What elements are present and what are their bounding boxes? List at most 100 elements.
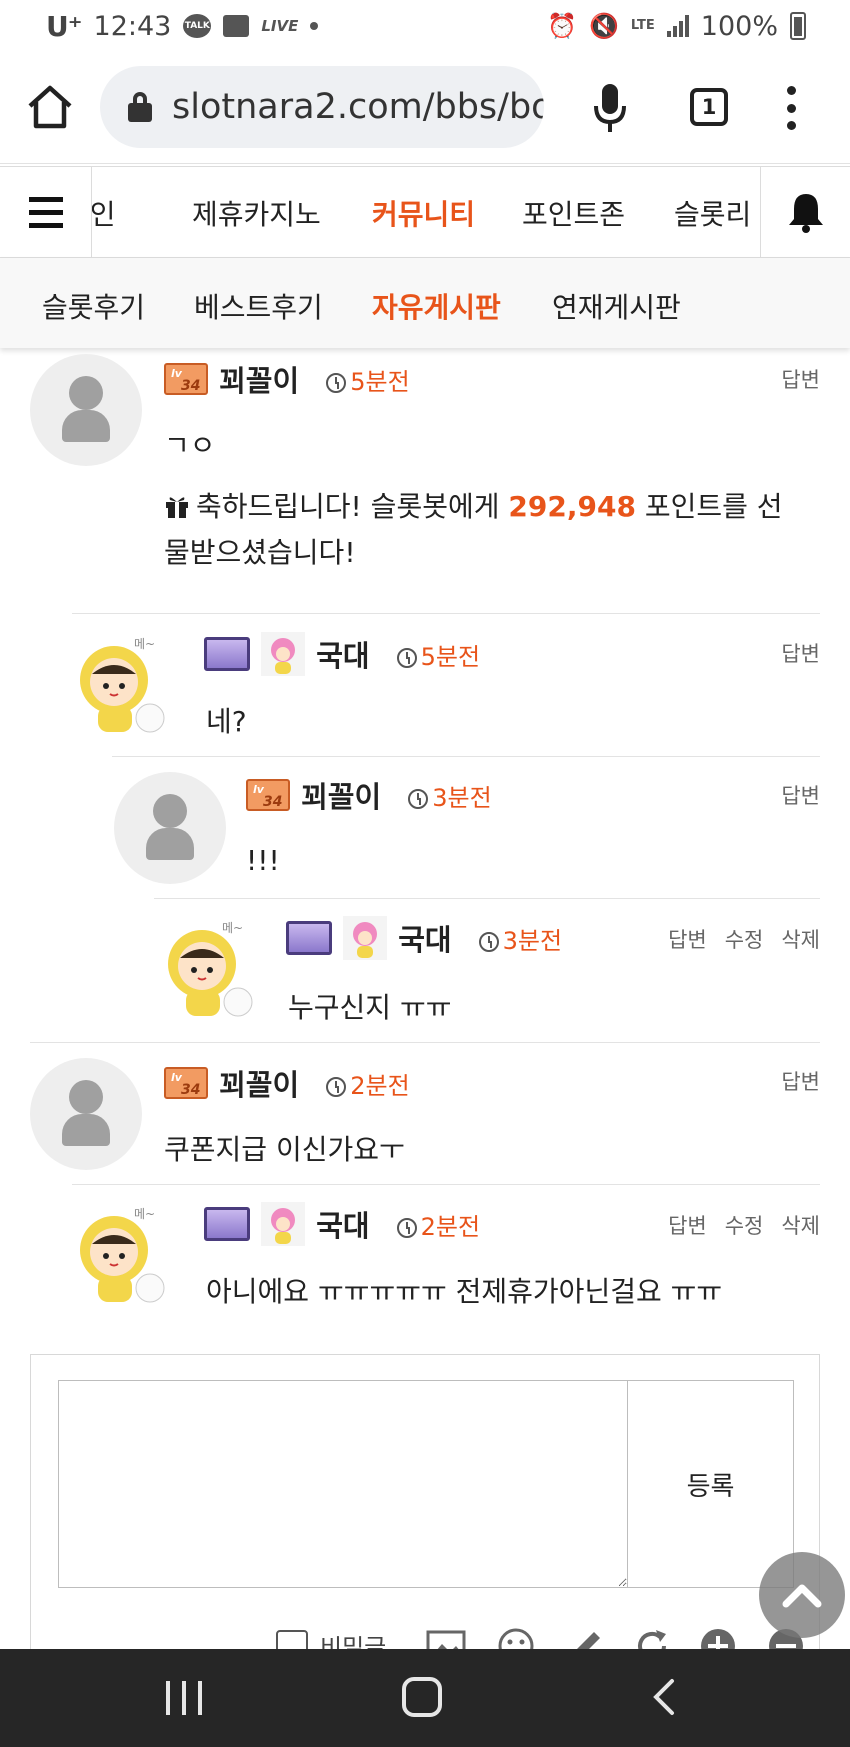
- level-badge-icon: [204, 637, 250, 671]
- main-nav-items: 메인 제휴카지노 커뮤니티 포인트존 슬롯리: [92, 167, 760, 257]
- mute-icon: 🔇: [589, 12, 619, 40]
- comment-author[interactable]: 꾀꼴이: [219, 364, 299, 398]
- svg-text:메~: 메~: [134, 1207, 155, 1221]
- comment-body: 누구신지 ㅠㅠ: [288, 991, 452, 1024]
- tab-switcher-button[interactable]: 1: [690, 88, 728, 126]
- comment-actions: 답변: [763, 638, 820, 668]
- level-badge-icon: lv 34: [164, 1067, 208, 1099]
- comment-time: 5분전: [396, 643, 480, 671]
- nav-item-partner-casino[interactable]: 제휴카지노: [192, 193, 321, 233]
- divider: [72, 613, 820, 614]
- comment-author[interactable]: 꾀꼴이: [301, 780, 381, 814]
- battery-icon: [790, 12, 806, 40]
- comment-header: 국대 2분전: [204, 1202, 480, 1246]
- sub-nav-free-board[interactable]: 자유게시판: [372, 286, 501, 326]
- level-badge-icon: [286, 921, 332, 955]
- comment-body: 아니에요 ㅠㅠㅠㅠㅠ 전제휴가아닌걸요 ㅠㅠ: [206, 1275, 723, 1308]
- comment-body: 쿠폰지급 이신가요ㅜ: [164, 1133, 405, 1166]
- notification-dot-icon: [310, 22, 319, 30]
- comment-input[interactable]: [58, 1380, 628, 1588]
- kakaotalk-icon: TALK: [183, 14, 212, 38]
- sub-nav-serial-board[interactable]: 연재게시판: [552, 286, 681, 326]
- avatar: [114, 772, 226, 884]
- home-button-icon[interactable]: [402, 1677, 442, 1717]
- avatar: 메~: [80, 1207, 165, 1303]
- clock-icon: [326, 1076, 347, 1097]
- divider: [72, 1184, 820, 1185]
- divider: [30, 1042, 820, 1043]
- reply-button[interactable]: 답변: [781, 642, 820, 666]
- gift-icon: [166, 497, 188, 518]
- comment-header: 국대 5분전: [204, 632, 480, 676]
- delete-button[interactable]: 삭제: [781, 928, 820, 952]
- nav-item-main[interactable]: 메인: [92, 193, 116, 233]
- divider: [112, 756, 820, 757]
- recent-apps-icon[interactable]: [166, 1681, 202, 1715]
- submit-button[interactable]: 등록: [627, 1380, 794, 1588]
- svg-text:메~: 메~: [222, 921, 243, 935]
- comment-header: lv 34 꾀꼴이 5분전: [164, 358, 410, 400]
- character-badge-icon: [261, 632, 306, 676]
- hamburger-menu-icon[interactable]: [0, 167, 92, 257]
- nav-item-community[interactable]: 커뮤니티: [372, 193, 475, 233]
- edit-button[interactable]: 수정: [725, 1214, 764, 1238]
- delete-button[interactable]: 삭제: [781, 1214, 820, 1238]
- scroll-to-top-button[interactable]: [759, 1552, 845, 1638]
- character-badge-icon: [261, 1202, 306, 1246]
- sub-nav-slot-review[interactable]: 슬롯후기: [42, 286, 145, 326]
- avatar: [30, 1058, 142, 1170]
- comment-header: 국대 3분전: [286, 916, 562, 960]
- nav-item-point-zone[interactable]: 포인트존: [522, 193, 625, 233]
- chevron-up-icon: [782, 1584, 822, 1608]
- reply-button[interactable]: 답변: [668, 1214, 707, 1238]
- reply-button[interactable]: 답변: [668, 928, 707, 952]
- clock-icon: [396, 647, 417, 668]
- reply-button[interactable]: 답변: [781, 1070, 820, 1094]
- signal-icon: [666, 15, 689, 37]
- comment-actions: 답변 수정 삭제: [650, 924, 820, 954]
- browser-toolbar: slotnara2.com/bbs/bo 1: [0, 52, 850, 164]
- microphone-icon[interactable]: [592, 82, 628, 134]
- comment-author[interactable]: 국대: [316, 1209, 369, 1243]
- svg-text:메~: 메~: [134, 637, 155, 651]
- sub-nav: 슬롯후기 베스트후기 자유게시판 연재게시판: [0, 258, 850, 348]
- address-bar[interactable]: slotnara2.com/bbs/bo: [100, 66, 544, 148]
- clock-icon: [408, 788, 429, 809]
- carrier-label: U⁺: [46, 9, 83, 43]
- bell-icon[interactable]: [760, 167, 850, 257]
- sub-nav-best-review[interactable]: 베스트후기: [194, 286, 323, 326]
- reply-button[interactable]: 답변: [781, 784, 820, 808]
- comment-time: 3분전: [408, 784, 492, 812]
- comment-actions: 답변: [763, 780, 820, 810]
- comment-header: lv 34 꾀꼴이 3분전: [246, 774, 492, 816]
- comment-actions: 답변: [763, 364, 820, 394]
- home-icon[interactable]: [26, 84, 74, 130]
- comment-time: 2분전: [326, 1072, 410, 1100]
- level-badge-icon: lv 34: [164, 363, 208, 395]
- character-badge-icon: [343, 916, 388, 960]
- status-bar: U⁺ 12:43 TALK LIVE ⏰ 🔇 LTE 100%: [0, 0, 850, 52]
- comment-author[interactable]: 꾀꼴이: [219, 1068, 299, 1102]
- status-time: 12:43: [93, 10, 172, 42]
- nav-item-slot[interactable]: 슬롯리: [674, 193, 751, 233]
- reply-button[interactable]: 답변: [781, 368, 820, 392]
- more-options-icon[interactable]: [784, 86, 798, 130]
- comment-body: ㄱㅇ: [164, 429, 216, 462]
- lock-icon: [128, 92, 152, 122]
- comment-body: 네?: [206, 705, 247, 738]
- message-icon: [223, 15, 250, 37]
- gift-notice: 축하드립니다! 슬롯봇에게 292,948 포인트를 선 물받으셨습니다!: [164, 490, 783, 569]
- comment-time: 5분전: [326, 368, 410, 396]
- lte-icon: LTE: [630, 18, 655, 33]
- system-nav-bar: [0, 1649, 850, 1747]
- edit-button[interactable]: 수정: [725, 928, 764, 952]
- gift-points: 292,948: [508, 490, 636, 523]
- back-icon[interactable]: [650, 1677, 678, 1717]
- page-root: U⁺ 12:43 TALK LIVE ⏰ 🔇 LTE 100% slotnara…: [0, 0, 850, 1747]
- comment-time: 3분전: [478, 927, 562, 955]
- comment-author[interactable]: 국대: [398, 923, 451, 957]
- comment-author[interactable]: 국대: [316, 639, 369, 673]
- clock-icon: [478, 931, 499, 952]
- comment-actions: 답변 수정 삭제: [650, 1210, 820, 1240]
- comment-header: lv 34 꾀꼴이 2분전: [164, 1062, 410, 1104]
